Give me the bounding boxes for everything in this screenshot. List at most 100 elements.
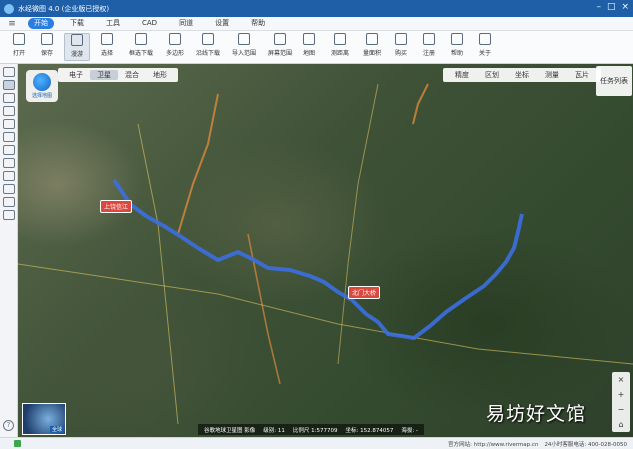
table-tool-icon[interactable]	[2, 210, 15, 220]
menu-start[interactable]: 开始	[28, 18, 54, 29]
info-icon	[479, 33, 491, 45]
marker-tool-icon[interactable]	[2, 106, 15, 116]
buy-button[interactable]: 购买	[390, 33, 412, 61]
elevation-text: 海拔: -	[401, 427, 418, 434]
zoom-in-button[interactable]: +	[612, 387, 630, 402]
help-icon	[451, 33, 463, 45]
map-right-tools: 精度 区划 坐标 测量 瓦片	[443, 68, 601, 82]
hand-icon	[71, 34, 83, 46]
pan-button[interactable]: 漫游	[64, 33, 90, 61]
ruler-icon	[334, 33, 346, 45]
lock-icon	[423, 33, 435, 45]
polygon-tool-icon[interactable]	[2, 158, 15, 168]
curve-tool-icon[interactable]	[2, 132, 15, 142]
open-button[interactable]: 打开	[6, 33, 32, 61]
close-icon[interactable]: ×	[621, 2, 629, 12]
menu-bar: ≡ 开始 下载 工具 CAD 同道 设置 帮助	[0, 17, 633, 31]
register-button[interactable]: 注册	[418, 33, 440, 61]
map-road-orange	[247, 233, 281, 385]
map-road-yellow	[137, 123, 179, 425]
pointer-icon	[101, 33, 113, 45]
download-status-icon[interactable]	[14, 440, 21, 447]
menu-help[interactable]: 帮助	[245, 18, 271, 29]
title-bar: 水经微图 4.0 (企业版已授权) – □ ×	[0, 0, 633, 17]
map-type-satellite[interactable]: 卫星	[90, 70, 118, 80]
circle-tool-icon[interactable]	[2, 171, 15, 181]
minimize-icon[interactable]: –	[596, 2, 601, 12]
map-source-badge[interactable]: 选择地图	[26, 70, 58, 102]
help-button[interactable]: 帮助	[446, 33, 468, 61]
save-button[interactable]: 保存	[36, 33, 58, 61]
map-type-hybrid[interactable]: 混合	[118, 70, 146, 80]
menu-tools[interactable]: 工具	[100, 18, 126, 29]
import-range-button[interactable]: 导入范围	[228, 33, 260, 61]
precision-tool[interactable]: 精度	[447, 70, 477, 80]
measure-distance-button[interactable]: 测距离	[326, 33, 354, 61]
task-list-button[interactable]: 任务列表	[596, 66, 632, 96]
map-road-orange	[412, 83, 429, 125]
folder-icon	[13, 33, 25, 45]
route-label-start[interactable]: 上饶信江	[100, 200, 133, 213]
map-road-orange	[177, 93, 219, 235]
route-label-mid[interactable]: 北门大桥	[348, 286, 381, 299]
box-download-button[interactable]: 框选下载	[124, 33, 158, 61]
screen-range-button[interactable]: 屏幕范围	[264, 33, 296, 61]
measure-tool[interactable]: 测量	[537, 70, 567, 80]
map-type-electronic[interactable]: 电子	[62, 70, 90, 80]
box-select-icon	[135, 33, 147, 45]
menu-settings[interactable]: 设置	[209, 18, 235, 29]
layer-tool-icon[interactable]	[2, 197, 15, 207]
menu-sync[interactable]: 同道	[173, 18, 199, 29]
toolbar: 打开 保存 漫游 选择 框选下载 多边形 沿线下载 导入范围 屏幕范围 地图 测…	[0, 31, 633, 64]
watermark-text: 易坊好文馆	[486, 403, 587, 425]
map-source-text: 谷歌地球卫星图 影像	[204, 427, 256, 434]
river-route	[112, 178, 524, 340]
save-icon	[41, 33, 53, 45]
map-button[interactable]: 地图	[298, 33, 320, 61]
menu-cad[interactable]: CAD	[136, 18, 163, 29]
line-download-button[interactable]: 沿线下载	[192, 33, 224, 61]
cart-icon	[395, 33, 407, 45]
app-logo-icon	[4, 3, 14, 14]
website-link[interactable]: 官方网站: http://www.rivermap.cn	[448, 440, 538, 448]
maximize-icon[interactable]: □	[607, 2, 616, 12]
globe-icon	[33, 73, 51, 91]
close-panel-icon[interactable]: ×	[612, 372, 630, 387]
help-circle-icon[interactable]: ?	[3, 420, 14, 431]
map-view[interactable]: 选择地图 电子 卫星 混合 地形 精度 区划 坐标 测量 瓦片 任务列表 上饶信…	[18, 64, 633, 437]
window-controls: – □ ×	[596, 2, 629, 12]
import-icon	[238, 33, 250, 45]
polygon-button[interactable]: 多边形	[162, 33, 188, 61]
rectangle-tool-icon[interactable]	[2, 145, 15, 155]
polygon-icon	[169, 33, 181, 45]
map-road-yellow	[18, 263, 633, 365]
menu-download[interactable]: 下载	[64, 18, 90, 29]
text-tool-icon[interactable]	[2, 184, 15, 194]
line-tool-icon[interactable]	[2, 119, 15, 129]
pointer-tool-icon[interactable]	[2, 80, 15, 90]
tile-tool[interactable]: 瓦片	[567, 70, 597, 80]
measure-area-button[interactable]: 量面积	[358, 33, 386, 61]
scale-text: 比例尺 1:577709	[292, 427, 338, 434]
map-road-yellow	[337, 83, 379, 365]
map-info-bar: 谷歌地球卫星图 影像 级别: 11 比例尺 1:577709 坐标: 152.8…	[198, 424, 424, 435]
screen-icon	[274, 33, 286, 45]
zoom-out-button[interactable]: −	[612, 402, 630, 417]
left-tool-strip: ?	[0, 64, 18, 437]
map-type-terrain[interactable]: 地形	[146, 70, 174, 80]
district-tool[interactable]: 区划	[477, 70, 507, 80]
collapse-icon[interactable]	[2, 67, 15, 77]
coordinate-tool[interactable]: 坐标	[507, 70, 537, 80]
map-type-switcher: 电子 卫星 混合 地形	[58, 68, 178, 82]
select-button[interactable]: 选择	[96, 33, 118, 61]
zoom-control: × + − ⌂	[612, 372, 630, 432]
hamburger-menu-icon[interactable]: ≡	[6, 19, 18, 29]
map-overlay	[18, 83, 633, 425]
overview-minimap[interactable]: 全球	[22, 403, 66, 435]
zoom-level-text: 级别: 11	[263, 427, 285, 434]
polyline-icon	[202, 33, 214, 45]
coordinate-text: 坐标: 152.874057	[345, 427, 394, 434]
cursor-tool-icon[interactable]	[2, 93, 15, 103]
reset-view-icon[interactable]: ⌂	[612, 417, 630, 432]
about-button[interactable]: 关于	[474, 33, 496, 61]
